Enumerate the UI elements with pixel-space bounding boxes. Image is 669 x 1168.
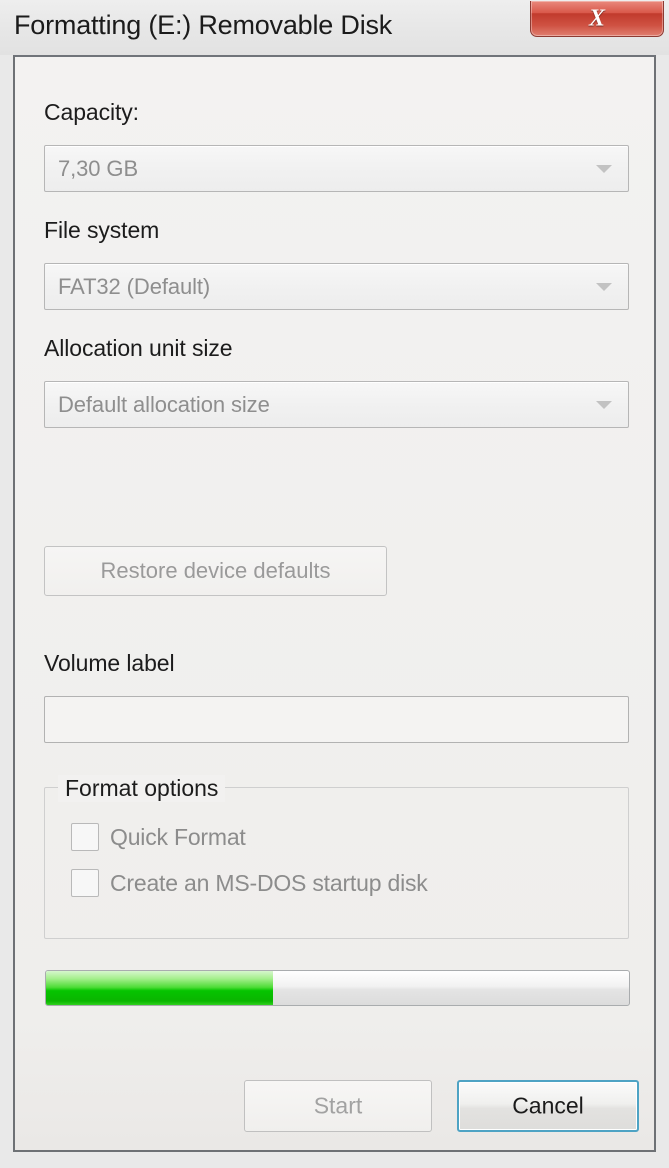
quick-format-checkbox[interactable]	[71, 823, 99, 851]
format-options-group	[44, 787, 629, 939]
start-button-label: Start	[313, 1092, 363, 1119]
file-system-value: FAT32 (Default)	[58, 273, 211, 299]
restore-device-defaults-button[interactable]: Restore device defaults	[44, 546, 387, 596]
restore-device-defaults-label: Restore device defaults	[100, 558, 331, 583]
file-system-dropdown[interactable]: FAT32 (Default)	[44, 263, 629, 310]
dialog-inner-surface: Capacity: 7,30 GB File system FAT32 (Def…	[15, 57, 654, 1150]
capacity-dropdown[interactable]: 7,30 GB	[44, 145, 629, 192]
volume-label-input[interactable]	[44, 696, 629, 743]
quick-format-checkbox-row[interactable]: Quick Format	[71, 821, 246, 853]
chevron-down-icon	[596, 164, 612, 173]
chevron-down-icon	[596, 282, 612, 291]
file-system-label: File system	[44, 217, 160, 243]
close-x-icon: X	[588, 5, 605, 31]
format-progress-fill	[46, 971, 274, 1005]
capacity-label: Capacity:	[44, 99, 139, 125]
quick-format-label: Quick Format	[110, 823, 246, 850]
close-button[interactable]: X	[530, 1, 664, 37]
cancel-button-label: Cancel	[512, 1092, 584, 1119]
volume-label-label: Volume label	[44, 650, 175, 676]
cancel-button[interactable]: Cancel	[457, 1080, 639, 1132]
capacity-value: 7,30 GB	[58, 155, 139, 181]
dialog-panel: Capacity: 7,30 GB File system FAT32 (Def…	[13, 55, 656, 1152]
format-progress-bar	[45, 970, 630, 1006]
create-msdos-startup-disk-checkbox[interactable]	[71, 869, 99, 897]
chevron-down-icon	[596, 400, 612, 409]
create-msdos-startup-disk-checkbox-row[interactable]: Create an MS-DOS startup disk	[71, 867, 428, 899]
format-options-legend: Format options	[58, 775, 226, 802]
allocation-unit-size-dropdown[interactable]: Default allocation size	[44, 381, 629, 428]
title-bar: Formatting (E:) Removable Disk X	[0, 0, 669, 55]
create-msdos-startup-disk-label: Create an MS-DOS startup disk	[110, 869, 428, 896]
window-title: Formatting (E:) Removable Disk	[14, 10, 393, 40]
start-button[interactable]: Start	[244, 1080, 432, 1132]
allocation-unit-size-label: Allocation unit size	[44, 335, 233, 361]
allocation-unit-size-value: Default allocation size	[58, 391, 270, 417]
